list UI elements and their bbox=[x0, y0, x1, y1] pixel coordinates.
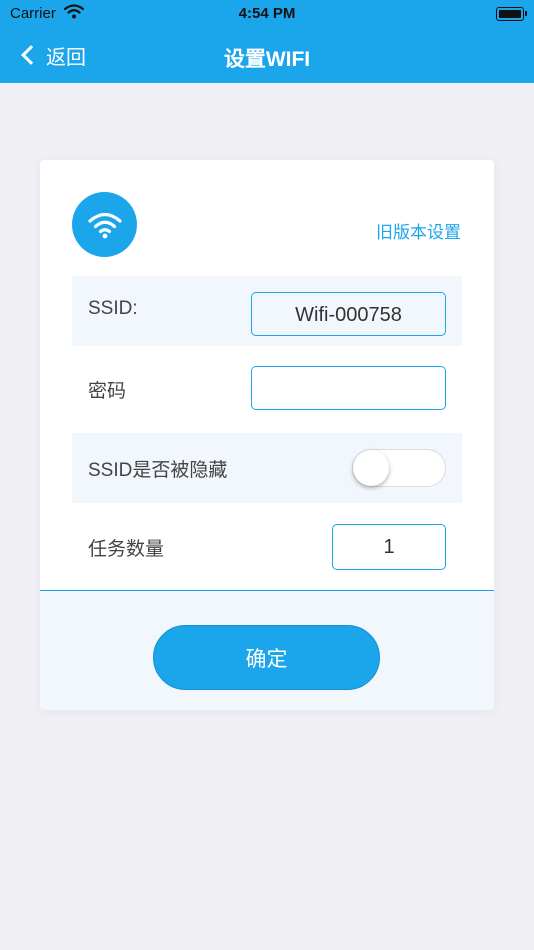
ssid-row: SSID: Wifi-000758 bbox=[72, 276, 462, 346]
task-count-input[interactable]: 1 bbox=[332, 524, 446, 570]
battery-icon bbox=[496, 7, 527, 21]
task-count-label: 任务数量 bbox=[88, 539, 165, 560]
wifi-icon bbox=[72, 192, 137, 257]
confirm-button[interactable]: 确定 bbox=[153, 625, 380, 690]
password-row: 密码 bbox=[72, 354, 462, 424]
hidden-ssid-row: SSID是否被隐藏 bbox=[72, 433, 462, 503]
toggle-knob bbox=[353, 450, 389, 486]
wifi-settings-card: 旧版本设置 SSID: Wifi-000758 密码 SSID是否被隐藏 任务数… bbox=[40, 160, 494, 710]
old-version-settings-link[interactable]: 旧版本设置 bbox=[376, 218, 461, 243]
hidden-ssid-label: SSID是否被隐藏 bbox=[88, 460, 228, 481]
password-label: 密码 bbox=[88, 381, 127, 402]
hidden-ssid-toggle[interactable] bbox=[352, 449, 446, 487]
status-time: 4:54 PM bbox=[238, 5, 296, 22]
status-bar: Carrier 4:54 PM bbox=[0, 0, 534, 27]
password-input[interactable] bbox=[251, 366, 446, 410]
navigation-bar: 返回 设置WIFI bbox=[0, 27, 534, 83]
page-title: 设置WIFI bbox=[223, 48, 311, 71]
task-count-row: 任务数量 1 bbox=[72, 512, 462, 582]
ssid-input[interactable]: Wifi-000758 bbox=[251, 292, 446, 336]
ssid-label: SSID: bbox=[88, 298, 138, 319]
confirm-area: 确定 bbox=[40, 590, 494, 710]
